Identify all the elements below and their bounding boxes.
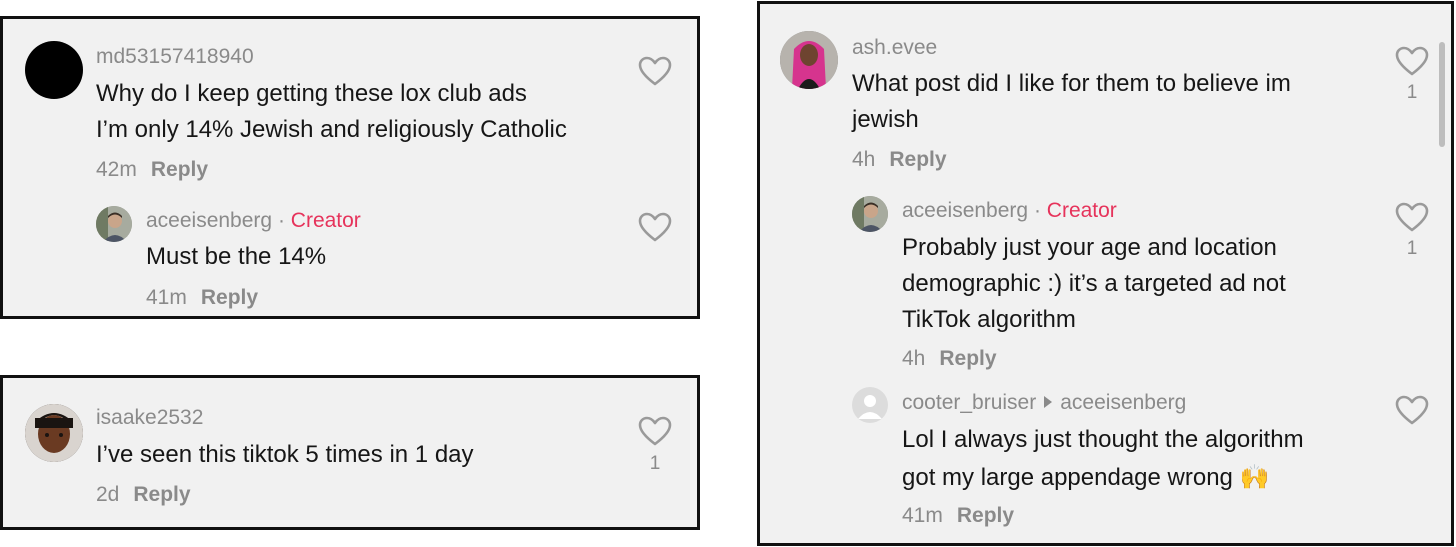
reply-time: 4h [902,347,926,370]
reply-text-line-3: TikTok algorithm [902,306,1076,333]
comment-username[interactable]: isaake2532 [96,406,203,430]
reply-text-line-1: Lol I always just thought the algorithm [902,426,1304,453]
reply-button[interactable]: Reply [151,158,208,181]
reply-username[interactable]: aceeisenberg [902,199,1028,222]
comment-time: 4h [852,148,876,171]
like-count: 1 [649,453,661,474]
reply-username-line: aceeisenberg · Creator [902,199,1117,223]
comment-panel-1: md53157418940 Why do I keep getting thes… [0,16,700,319]
reply-button[interactable]: Reply [133,483,190,506]
comment-username[interactable]: md53157418940 [96,45,254,69]
reply-username[interactable]: aceeisenberg [146,209,272,232]
creator-badge: Creator [290,209,361,232]
replied-to-username[interactable]: aceeisenberg [1060,391,1186,414]
like-count: 1 [1406,82,1418,103]
heart-outline-icon[interactable] [1395,202,1429,232]
reply-button[interactable]: Reply [957,504,1014,527]
like-count: 1 [1406,238,1418,259]
comment-meta: 42m Reply [96,158,208,182]
reply-username[interactable]: cooter_bruiser [902,391,1036,414]
comment-text-line-2: jewish [852,106,919,133]
heart-outline-icon[interactable] [638,212,672,242]
avatar[interactable] [852,196,888,232]
avatar[interactable] [96,206,132,242]
avatar[interactable] [780,31,838,89]
comment-text-line-1: I’ve seen this tiktok 5 times in 1 day [96,441,474,468]
reply-button[interactable]: Reply [889,148,946,171]
avatar[interactable] [25,404,83,462]
profile-photo [96,206,132,242]
reply-meta: 4h Reply [902,347,997,371]
reply-time: 41m [146,286,187,309]
reply-meta: 41m Reply [902,504,1014,528]
comment-username[interactable]: ash.evee [852,36,937,60]
reply-username-line: aceeisenberg · Creator [146,209,361,233]
reply-username-line: cooter_bruiser aceeisenberg [902,391,1186,415]
heart-outline-icon[interactable] [638,56,672,86]
scrollbar[interactable] [1439,42,1445,147]
separator-dot: · [1033,199,1041,222]
heart-outline-icon[interactable] [1395,46,1429,76]
heart-outline-icon[interactable] [1395,395,1429,425]
profile-photo [25,404,83,462]
reply-time: 41m [902,504,943,527]
reply-button[interactable]: Reply [939,347,996,370]
comment-panel-2: isaake2532 I’ve seen this tiktok 5 times… [0,375,700,530]
reply-button[interactable]: Reply [201,286,258,309]
comment-panel-3: ash.evee What post did I like for them t… [757,1,1454,546]
reply-text-line-2: demographic :) it’s a targeted ad not [902,270,1286,297]
comment-time: 42m [96,158,137,181]
reply-arrow-icon [1044,396,1053,409]
reply-text-line-1: Must be the 14% [146,243,327,270]
comment-text-line-2: I’m only 14% Jewish and religiously Cath… [96,116,567,143]
comment-text-line-1: Why do I keep getting these lox club ads [96,80,527,107]
profile-photo [852,196,888,232]
reply-text-line-1: Probably just your age and location [902,234,1277,261]
avatar[interactable] [25,41,83,99]
comment-meta: 4h Reply [852,148,947,172]
comment-text-line-1: What post did I like for them to believe… [852,70,1291,97]
heart-outline-icon[interactable] [638,416,672,446]
default-avatar-icon[interactable] [852,387,888,423]
comment-time: 2d [96,483,120,506]
creator-badge: Creator [1046,199,1117,222]
reply-text-line-2: got my large appendage wrong 🙌 [902,464,1270,491]
comment-meta: 2d Reply [96,483,191,507]
reply-meta: 41m Reply [146,286,258,310]
profile-photo [780,31,838,89]
default-avatar-glyph [858,395,882,419]
separator-dot: · [277,209,285,232]
